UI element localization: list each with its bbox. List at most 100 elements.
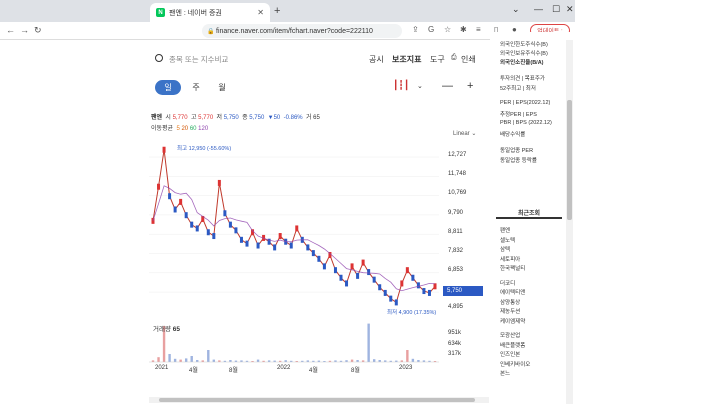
volume-bar <box>173 358 177 362</box>
ma-120[interactable]: 120 <box>198 126 208 132</box>
price-candle <box>289 242 293 249</box>
volume-tick-label: 951k <box>448 330 462 336</box>
recent-item[interactable]: 인즈인본 <box>500 350 520 358</box>
x-tick-label: 8월 <box>351 368 360 374</box>
recent-item[interactable]: 세토피아 <box>500 255 520 263</box>
recent-item[interactable]: 셀노텍 <box>500 236 515 244</box>
period-week-tab[interactable]: 주 <box>183 80 209 95</box>
price-candle <box>206 229 210 236</box>
recent-item[interactable]: 제농두션 <box>500 307 520 315</box>
recent-item[interactable]: 팬엔 <box>500 226 510 234</box>
zoom-in-button[interactable]: + <box>467 80 473 92</box>
price-candle <box>223 210 227 217</box>
volume-title-label: 거래량 <box>153 326 171 333</box>
sidebar-item: 투자의견 | 목표주가 <box>500 76 545 82</box>
sidebar-item: 동일업종 PER <box>500 148 534 154</box>
price-candle <box>190 221 194 228</box>
left-margin <box>0 40 149 404</box>
price-candle <box>245 240 249 247</box>
reload-icon[interactable]: ↻ <box>34 25 42 36</box>
bookmark-icon[interactable]: ☆ <box>444 25 451 34</box>
y-tick-label: 8,811 <box>448 229 463 235</box>
forward-icon[interactable]: → <box>20 25 29 35</box>
google-icon[interactable]: G <box>428 25 434 34</box>
indicators-button[interactable]: 보조지표 <box>392 54 421 65</box>
volume-bar <box>350 359 354 362</box>
reading-list-icon[interactable]: ≡ <box>476 25 481 34</box>
close-tab-icon[interactable]: ✕ <box>257 8 264 17</box>
url-field[interactable]: 🔒 finance.naver.com/item/fchart.naver?co… <box>202 24 402 38</box>
minimize-icon[interactable]: — <box>534 4 543 14</box>
address-bar: ← → ↻ 🔒 finance.naver.com/item/fchart.na… <box>0 22 575 40</box>
compare-search-input[interactable]: 종목 또는 지수비교 <box>169 54 228 65</box>
tab-search-icon[interactable]: ⌄ <box>512 4 520 15</box>
volume-bar <box>190 356 193 362</box>
tab-title: 팬엔 : 네이버 증권 <box>169 9 222 17</box>
tools-button[interactable]: 도구 <box>430 54 445 65</box>
recent-item[interactable]: 삼텍 <box>500 245 510 253</box>
browser-tab[interactable]: N 팬엔 : 네이버 증권 ✕ <box>150 3 270 22</box>
chevron-down-icon[interactable]: ⌄ <box>417 82 423 90</box>
price-candle <box>333 267 337 274</box>
zoom-out-button[interactable]: — <box>442 80 453 92</box>
price-candle <box>339 274 343 281</box>
close-label: 종 <box>242 115 248 121</box>
scroll-thumb[interactable] <box>159 398 475 402</box>
period-month-tab[interactable]: 월 <box>209 80 235 95</box>
price-candle <box>234 227 238 234</box>
price-candle <box>317 255 321 262</box>
search-icon[interactable] <box>155 54 163 62</box>
recent-item[interactable]: 케이엠제약 <box>500 317 525 325</box>
ma-5[interactable]: 5 <box>176 126 179 132</box>
recent-item[interactable]: 삼양통상 <box>500 298 520 306</box>
print-button[interactable]: 인쇄 <box>461 54 476 65</box>
recent-item[interactable]: 에이텍티앤 <box>500 288 525 296</box>
back-icon[interactable]: ← <box>6 25 15 35</box>
ma-60[interactable]: 60 <box>190 126 197 132</box>
volume-bar <box>411 358 415 362</box>
recent-item[interactable]: 더코디 <box>500 279 515 287</box>
volume-bar <box>179 359 182 362</box>
low-value: 5,750 <box>223 115 239 121</box>
horizontal-scrollbar[interactable] <box>149 397 489 403</box>
price-candle <box>322 263 326 270</box>
price-candle <box>168 193 172 200</box>
extensions-icon[interactable]: ✱ <box>460 25 467 34</box>
recent-views-title[interactable]: 최근조회 <box>496 208 562 219</box>
vertical-scrollbar[interactable] <box>566 40 573 404</box>
period-day-tab[interactable]: 일 <box>155 80 181 95</box>
maximize-icon[interactable]: ☐ <box>552 4 560 15</box>
recent-item[interactable]: 모광산업 <box>500 331 520 339</box>
sidebar-item: 동일업종 등락률 <box>500 158 537 164</box>
print-icon[interactable]: ⎙ <box>451 54 457 62</box>
price-candle <box>361 259 365 266</box>
chart-toolbar: 종목 또는 지수비교 공시 보조지표 도구 ⎙ 인쇄 <box>149 50 489 68</box>
recent-item[interactable]: 한국팩널티 <box>500 264 525 272</box>
volume-bar <box>367 323 370 362</box>
price-candle <box>278 233 282 240</box>
sidebar-item: PER | EPS(2022.12) <box>500 100 551 106</box>
naver-favicon-icon: N <box>156 8 165 17</box>
open-label: 시 <box>165 115 171 121</box>
ma-20[interactable]: 20 <box>181 126 188 132</box>
price-candle <box>427 289 431 296</box>
close-window-icon[interactable]: ✕ <box>566 4 574 15</box>
url-text: finance.naver.com/item/fchart.naver?code… <box>216 27 373 35</box>
candle-type-icon[interactable]: ┃┇┃ <box>393 80 409 91</box>
recent-item[interactable]: 본느 <box>500 369 510 377</box>
price-candle <box>405 267 409 274</box>
volume-bar <box>356 360 359 362</box>
price-candle <box>162 146 166 153</box>
ma-label: 이동평균 <box>151 126 174 132</box>
period-tabs: 일 주 월 ┃┇┃ ⌄ — + <box>149 78 489 96</box>
share-icon[interactable]: ⇪ <box>412 25 419 34</box>
recent-item[interactable]: 인베키바이오 <box>500 360 530 368</box>
price-candle <box>372 276 376 283</box>
notice-button[interactable]: 공시 <box>369 54 384 65</box>
recent-item[interactable]: 배큰플랫폼 <box>500 341 525 349</box>
volume-bar <box>207 350 210 362</box>
price-chart[interactable] <box>149 135 489 395</box>
scroll-thumb[interactable] <box>567 100 572 220</box>
price-candle <box>212 233 216 240</box>
new-tab-icon[interactable]: + <box>274 5 280 17</box>
